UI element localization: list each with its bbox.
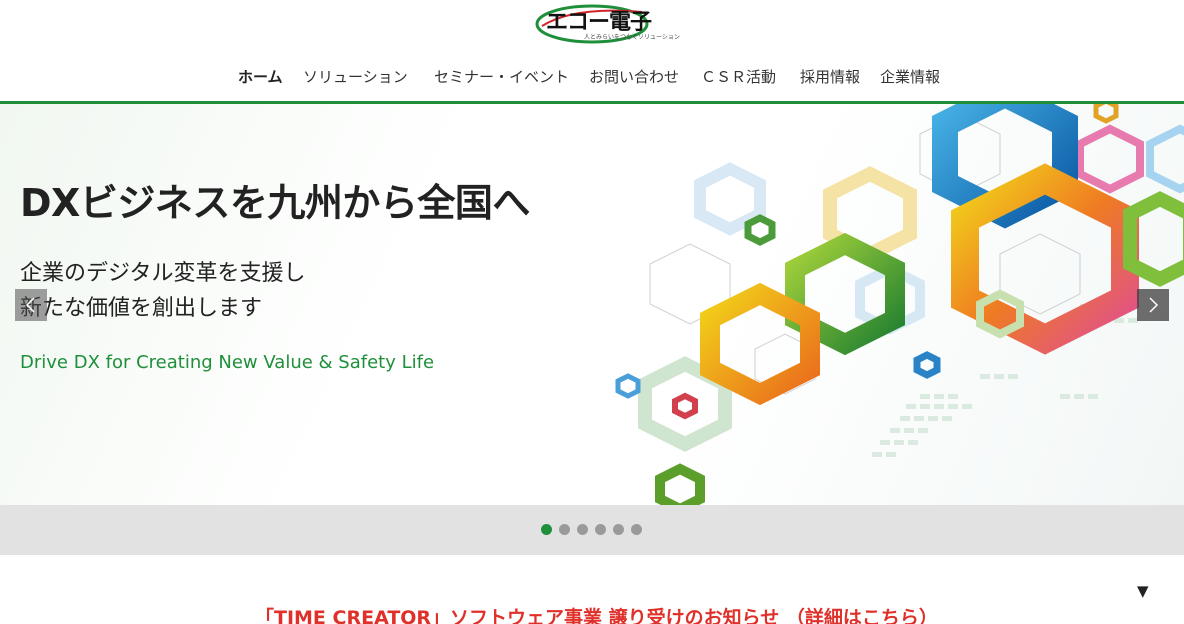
slider-prev-button[interactable] [15,289,47,321]
slider-next-button[interactable] [1137,289,1169,321]
slider-dot-1[interactable] [541,524,552,535]
hero-description-line1: 企業のデジタル変革を支援し [20,261,306,286]
slider-pager [0,505,1184,555]
notice-toggle-arrow[interactable]: ▼ [1137,582,1149,600]
nav-item-recruit[interactable]: 採用情報 [800,66,860,87]
hero-subtitle: Drive DX for Creating New Value & Safety… [20,352,435,373]
nav-item-seminar-event[interactable]: セミナー・イベント [434,66,569,87]
company-logo[interactable]: エコー電子 人とみらいをつなぐソリューション [534,2,680,44]
nav-item-home[interactable]: ホーム [238,66,283,87]
slider-dot-4[interactable] [595,524,606,535]
slider-dot-3[interactable] [577,524,588,535]
notice-link[interactable]: 「TIME CREATOR」ソフトウェア事業 譲り受けのお知らせ （詳細はこちら… [255,603,938,624]
hero-title: DXビジネスを九州から全国へ [20,181,530,225]
hexagon-artwork-icon [615,104,1184,505]
logo-tagline: 人とみらいをつなぐソリューション [584,34,680,41]
chevron-right-icon [1149,297,1159,313]
slider-dot-5[interactable] [613,524,624,535]
hero-description-line2: 新たな価値を創出します [20,296,263,321]
slider-dot-6[interactable] [631,524,642,535]
nav-item-csr[interactable]: ＣＳＲ活動 [701,66,776,87]
nav-item-solution[interactable]: ソリューション [303,66,408,87]
nav-item-contact[interactable]: お問い合わせ [589,66,679,87]
chevron-left-icon [25,297,35,313]
nav-item-company[interactable]: 企業情報 [880,66,940,87]
slider-dot-2[interactable] [559,524,570,535]
site-header: エコー電子 人とみらいをつなぐソリューション ホーム ソリューション セミナー・… [0,0,1184,104]
hero-slider: DXビジネスを九州から全国へ 企業のデジタル変革を支援し 新たな価値を創出します… [0,104,1184,505]
main-nav: ホーム ソリューション セミナー・イベント お問い合わせ ＣＳＲ活動 採用情報 … [0,66,1184,90]
